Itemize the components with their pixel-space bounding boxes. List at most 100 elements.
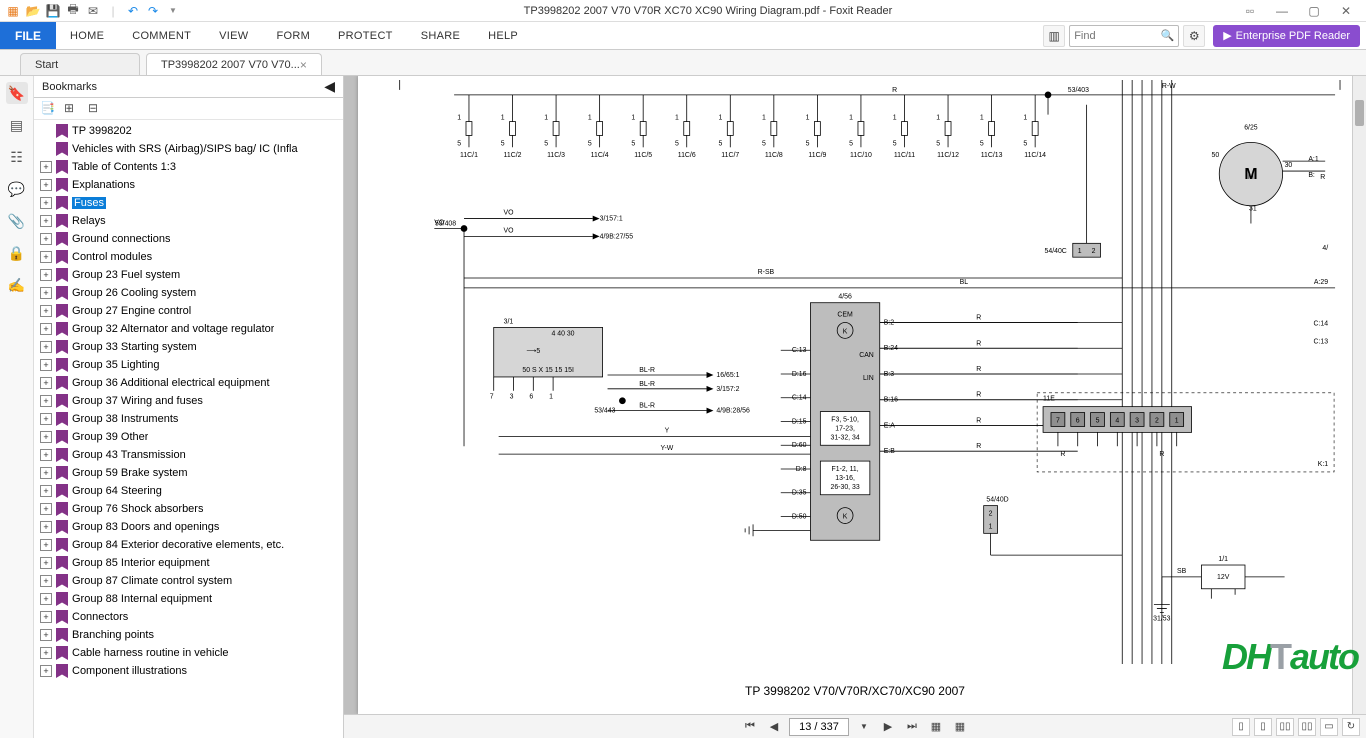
bookmark-item[interactable]: +Group 87 Climate control system: [34, 572, 343, 590]
expand-icon[interactable]: +: [40, 431, 52, 443]
expand-icon[interactable]: +: [40, 323, 52, 335]
comments-nav-icon[interactable]: 💬: [6, 178, 28, 200]
bookmark-item[interactable]: +Group 32 Alternator and voltage regulat…: [34, 320, 343, 338]
first-page-icon[interactable]: ⏮: [741, 718, 759, 736]
doc-tab-start[interactable]: Start: [20, 53, 140, 75]
layers-nav-icon[interactable]: ☷: [6, 146, 28, 168]
page-number-input[interactable]: [789, 718, 849, 736]
bookmark-item[interactable]: +Branching points: [34, 626, 343, 644]
expand-icon[interactable]: +: [40, 305, 52, 317]
expand-all-icon[interactable]: ⊞: [64, 101, 80, 117]
save-icon[interactable]: 💾: [44, 2, 62, 20]
search-input[interactable]: [1074, 30, 1144, 42]
settings-icon[interactable]: ⚙: [1183, 25, 1205, 47]
tab-form[interactable]: FORM: [262, 22, 324, 49]
expand-icon[interactable]: +: [40, 197, 52, 209]
expand-icon[interactable]: +: [40, 341, 52, 353]
bookmarks-nav-icon[interactable]: 🔖: [6, 82, 28, 104]
reflow2-icon[interactable]: ▦: [951, 718, 969, 736]
bookmark-item[interactable]: +Cable harness routine in vehicle: [34, 644, 343, 662]
bookmark-item[interactable]: TP 3998202: [34, 122, 343, 140]
tab-share[interactable]: SHARE: [407, 22, 474, 49]
bookmark-item[interactable]: +Group 23 Fuel system: [34, 266, 343, 284]
file-menu-button[interactable]: FILE: [0, 22, 56, 49]
bookmark-item[interactable]: +Component illustrations: [34, 662, 343, 680]
bookmark-item[interactable]: +Fuses: [34, 194, 343, 212]
expand-icon[interactable]: +: [40, 503, 52, 515]
minimize-icon[interactable]: —: [1268, 2, 1296, 20]
bookmark-item[interactable]: +Group 36 Additional electrical equipmen…: [34, 374, 343, 392]
signatures-nav-icon[interactable]: ✍: [6, 274, 28, 296]
expand-icon[interactable]: +: [40, 485, 52, 497]
attachments-nav-icon[interactable]: 📎: [6, 210, 28, 232]
expand-icon[interactable]: +: [40, 251, 52, 263]
bookmark-item[interactable]: +Ground connections: [34, 230, 343, 248]
expand-icon[interactable]: +: [40, 413, 52, 425]
search-box[interactable]: 🔍: [1069, 25, 1179, 47]
expand-icon[interactable]: +: [40, 647, 52, 659]
next-page-icon[interactable]: ▶: [879, 718, 897, 736]
tab-comment[interactable]: COMMENT: [118, 22, 205, 49]
vertical-scrollbar[interactable]: [1352, 76, 1366, 714]
tab-view[interactable]: VIEW: [205, 22, 262, 49]
collapse-panel-icon[interactable]: ◀: [324, 78, 335, 95]
new-bookmark-icon[interactable]: 📑: [40, 101, 56, 117]
expand-icon[interactable]: +: [40, 611, 52, 623]
tab-protect[interactable]: PROTECT: [324, 22, 407, 49]
expand-icon[interactable]: +: [40, 557, 52, 569]
tab-help[interactable]: HELP: [474, 22, 532, 49]
expand-icon[interactable]: +: [40, 665, 52, 677]
bookmark-item[interactable]: +Group 88 Internal equipment: [34, 590, 343, 608]
bookmark-item[interactable]: +Group 38 Instruments: [34, 410, 343, 428]
scrollbar-thumb[interactable]: [1355, 100, 1364, 126]
bookmark-item[interactable]: +Group 43 Transmission: [34, 446, 343, 464]
bookmark-item[interactable]: +Group 76 Shock absorbers: [34, 500, 343, 518]
maximize-icon[interactable]: ▢: [1300, 2, 1328, 20]
expand-icon[interactable]: +: [40, 233, 52, 245]
expand-icon[interactable]: +: [40, 269, 52, 281]
expand-icon[interactable]: +: [40, 575, 52, 587]
expand-icon[interactable]: +: [40, 179, 52, 191]
enterprise-button[interactable]: ▶ Enterprise PDF Reader: [1213, 25, 1360, 47]
viewer-canvas[interactable]: R53/4031511C/11511C/21511C/31511C/41511C…: [344, 76, 1366, 714]
close-icon[interactable]: ✕: [1332, 2, 1360, 20]
dropdown-icon[interactable]: ▼: [164, 2, 182, 20]
tab-home[interactable]: HOME: [56, 22, 118, 49]
print-icon[interactable]: 🖶: [64, 2, 82, 20]
continuous-facing-icon[interactable]: ▯▯: [1298, 718, 1316, 736]
bookmark-item[interactable]: +Group 84 Exterior decorative elements, …: [34, 536, 343, 554]
continuous-icon[interactable]: ▯: [1254, 718, 1272, 736]
expand-icon[interactable]: +: [40, 521, 52, 533]
expand-icon[interactable]: +: [40, 449, 52, 461]
bookmark-item[interactable]: +Group 85 Interior equipment: [34, 554, 343, 572]
expand-icon[interactable]: +: [40, 161, 52, 173]
expand-icon[interactable]: +: [40, 395, 52, 407]
expand-icon[interactable]: +: [40, 359, 52, 371]
ribbon-toggle-icon[interactable]: ▫▫: [1236, 2, 1264, 20]
prev-page-icon[interactable]: ◀: [765, 718, 783, 736]
bookmark-item[interactable]: Vehicles with SRS (Airbag)/SIPS bag/ IC …: [34, 140, 343, 158]
undo-icon[interactable]: ↶: [124, 2, 142, 20]
bookmark-item[interactable]: +Relays: [34, 212, 343, 230]
open-icon[interactable]: 📂: [24, 2, 42, 20]
redo-icon[interactable]: ↷: [144, 2, 162, 20]
bookmark-item[interactable]: +Group 59 Brake system: [34, 464, 343, 482]
bookmark-item[interactable]: +Table of Contents 1:3: [34, 158, 343, 176]
bookmark-item[interactable]: +Group 37 Wiring and fuses: [34, 392, 343, 410]
bookmark-item[interactable]: +Group 39 Other: [34, 428, 343, 446]
reflow-icon[interactable]: ▦: [927, 718, 945, 736]
single-page-icon[interactable]: ▯: [1232, 718, 1250, 736]
bookmark-item[interactable]: +Connectors: [34, 608, 343, 626]
mini-toolbar-icon[interactable]: ▥: [1043, 25, 1065, 47]
reading-icon[interactable]: ▭: [1320, 718, 1338, 736]
email-icon[interactable]: ✉: [84, 2, 102, 20]
collapse-all-icon[interactable]: ⊟: [88, 101, 104, 117]
bookmark-item[interactable]: +Group 27 Engine control: [34, 302, 343, 320]
page-dropdown-icon[interactable]: ▼: [855, 718, 873, 736]
bookmark-item[interactable]: +Group 33 Starting system: [34, 338, 343, 356]
expand-icon[interactable]: +: [40, 287, 52, 299]
facing-icon[interactable]: ▯▯: [1276, 718, 1294, 736]
bookmark-item[interactable]: +Group 83 Doors and openings: [34, 518, 343, 536]
expand-icon[interactable]: +: [40, 215, 52, 227]
bookmark-item[interactable]: +Explanations: [34, 176, 343, 194]
